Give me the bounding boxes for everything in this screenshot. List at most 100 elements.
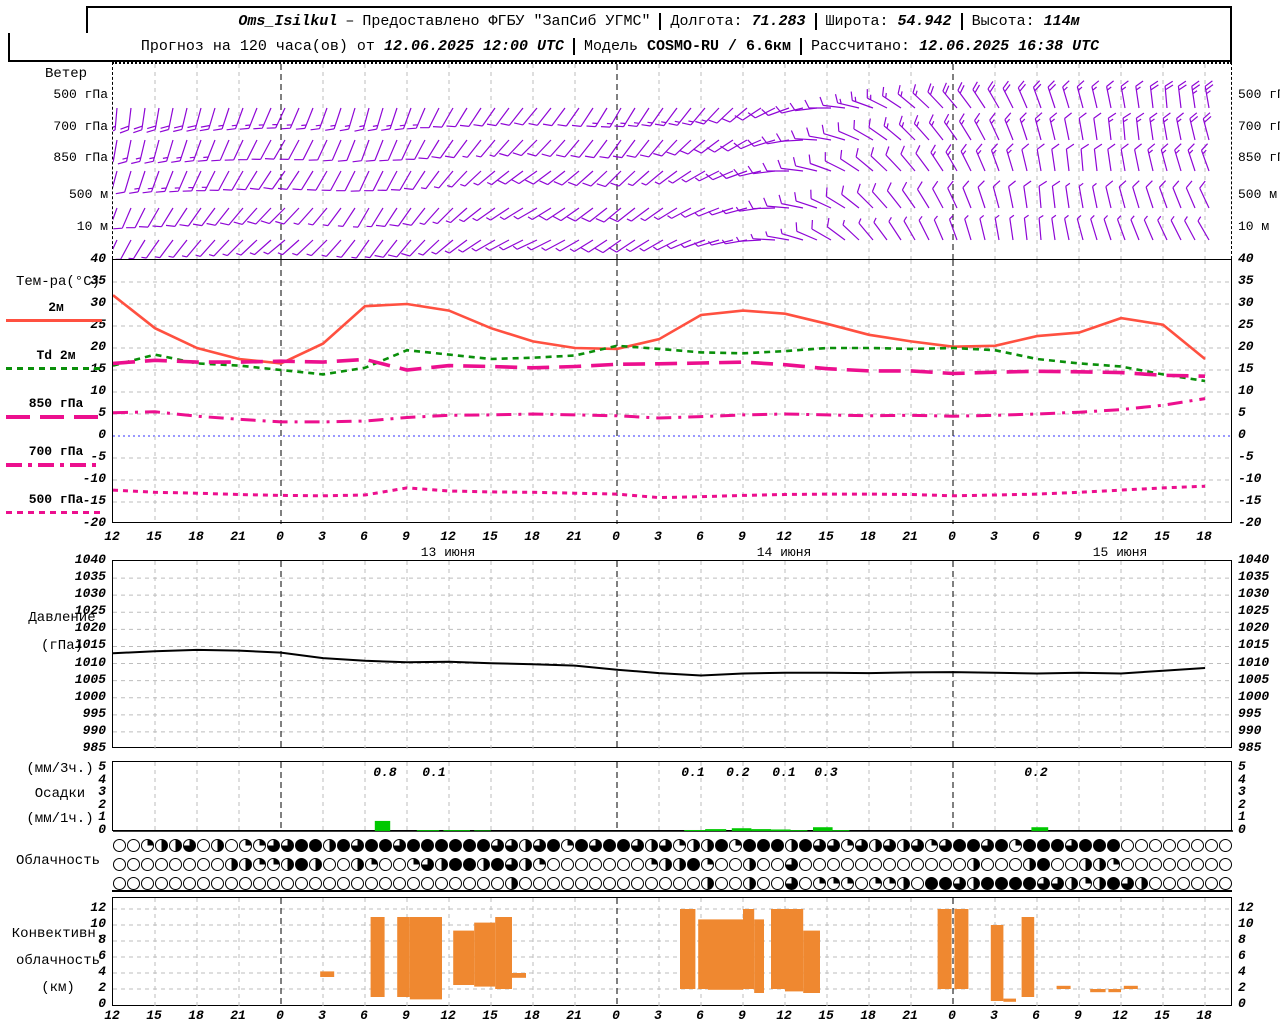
cloud-cell: [616, 874, 630, 893]
cloud-cover-symbol: [322, 858, 336, 871]
cloud-cover-symbol: [1120, 858, 1134, 871]
wind-barb: [858, 218, 874, 241]
wind-barb: [1176, 112, 1184, 141]
cloud-cell: [1204, 836, 1218, 855]
wind-barb: [459, 107, 482, 127]
cloud-cell: [224, 855, 238, 874]
cloud-cell: [1176, 855, 1190, 874]
wind-barb: [886, 182, 902, 209]
cloud-cover-symbol: [560, 877, 574, 890]
wind-barb: [1149, 80, 1159, 109]
cloud-cover-symbol: [182, 839, 196, 852]
wind-barb: [883, 116, 902, 141]
wind-barb: [947, 180, 958, 209]
hour-label: 12: [1112, 1008, 1128, 1023]
cloud-cover-symbol: [882, 839, 896, 852]
cloud-cover-symbol: [252, 877, 266, 890]
cloud-cover-symbol: [658, 877, 672, 890]
wind-barb: [432, 107, 454, 128]
cloud-cover-symbol: [1008, 858, 1022, 871]
cloud-cell: [322, 874, 336, 893]
wind-barb: [641, 170, 664, 186]
wind-barb: [526, 239, 552, 251]
cloud-cover-symbol: [350, 839, 364, 852]
wind-barb: [1120, 143, 1129, 172]
cloud-cover-symbol: [714, 858, 728, 871]
y-tick-right: 1035: [1238, 569, 1270, 585]
wind-barb: [306, 170, 328, 191]
cloud-cover-symbol: [924, 858, 938, 871]
cloud-cover-symbol: [854, 839, 868, 852]
cloud-cell: [742, 874, 756, 893]
cloud-cover-symbol: [434, 839, 448, 852]
cloud-cover-symbol: [336, 858, 350, 871]
cloud-cell: [406, 855, 420, 874]
cloud-cell: [966, 874, 980, 893]
cloud-cell: [700, 836, 714, 855]
cloud-cover-symbol: [644, 858, 658, 871]
cloud-cover-symbol: [560, 858, 574, 871]
hour-label: 21: [230, 1008, 246, 1023]
cloud-cover-symbol: [672, 839, 686, 852]
pressure-chart: [112, 560, 1233, 749]
wind-barb: [1017, 80, 1028, 109]
y-tick-left: 1035: [74, 569, 106, 585]
cloud-cover-symbol: [448, 839, 462, 852]
hour-label: 12: [440, 1008, 456, 1023]
wind-barb: [364, 170, 384, 192]
latitude-label: Широта:: [825, 13, 889, 30]
hour-label: 12: [776, 1008, 792, 1023]
cloud-cover-symbol: [336, 877, 350, 890]
wind-barb: [292, 239, 314, 256]
cloud-cover-symbol: [1134, 877, 1148, 890]
wind-barb: [1023, 180, 1032, 209]
hour-label: 15: [482, 529, 498, 544]
cloud-cover-symbol: [392, 839, 406, 852]
cloud-cell: [434, 836, 448, 855]
cloud-cell: [1176, 874, 1190, 893]
wind-barb: [512, 239, 538, 250]
wind-barb: [1202, 112, 1212, 141]
cloud-cover-symbol: [1022, 858, 1036, 871]
wind-barb: [165, 207, 188, 227]
convective-cloud-bar: [771, 909, 785, 989]
legend-label-850: 850 гПа: [28, 396, 84, 411]
cloud-cell: [1190, 874, 1204, 893]
wind-barb: [352, 139, 370, 163]
cloud-cover-symbol: [518, 839, 532, 852]
cloud-cover-symbol: [784, 877, 798, 890]
wind-barb: [841, 185, 860, 209]
cloud-cell: [770, 836, 784, 855]
cloud-cell: [532, 855, 546, 874]
cloud-cover-symbol: [238, 877, 252, 890]
cloud-cover-symbol: [672, 858, 686, 871]
wind-barb: [1036, 143, 1045, 172]
cloud-cover-symbol: [728, 858, 742, 871]
y-tick-right: 12: [1238, 900, 1254, 915]
wind-barb: [599, 139, 622, 159]
y-tick-right: -15: [1238, 493, 1262, 508]
header-line-2: Прогноз на 120 часа(ов) от 12.06.2025 12…: [8, 33, 1232, 62]
cloud-cell: [770, 855, 784, 874]
cloud-cell: [812, 855, 826, 874]
convective-cloud-bar: [680, 909, 696, 989]
cloud-cover-symbol: [924, 839, 938, 852]
wind-barb: [627, 107, 650, 127]
cloud-cell: [462, 874, 476, 893]
cloud-cover-symbol: [910, 858, 924, 871]
cloud-cell: [1148, 855, 1162, 874]
cloud-cell: [308, 836, 322, 855]
wind-barb: [152, 207, 174, 228]
cloud-cover-symbol: [630, 877, 644, 890]
cloud-cover-symbol: [434, 858, 448, 871]
cloud-cover-symbol: [1204, 839, 1218, 852]
cloud-cover-symbol: [924, 877, 938, 890]
cloud-cover-symbol: [168, 877, 182, 890]
cloud-cover-symbol: [994, 839, 1008, 852]
cloud-cell: [616, 855, 630, 874]
cloud-cell: [350, 836, 364, 855]
cloud-cell: [308, 855, 322, 874]
cloud-cover-symbol: [1092, 839, 1106, 852]
cloud-cell: [1148, 874, 1162, 893]
cloud-cover-symbol: [896, 839, 910, 852]
